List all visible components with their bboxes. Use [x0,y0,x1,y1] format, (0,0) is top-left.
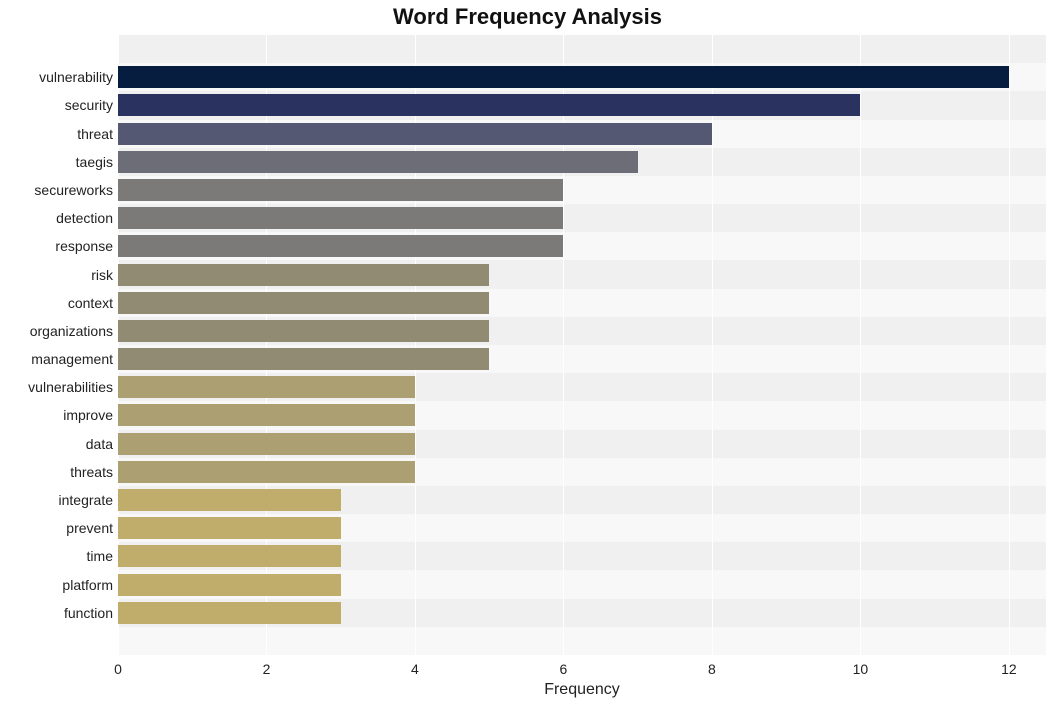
bar [118,292,489,314]
bar [118,574,341,596]
chart-title: Word Frequency Analysis [0,4,1055,30]
y-tick-label: security [3,97,113,113]
bar [118,602,341,624]
bar [118,179,563,201]
y-tick-label: threats [3,464,113,480]
y-tick-label: threat [3,126,113,142]
bar [118,94,860,116]
bar [118,264,489,286]
bar [118,207,563,229]
y-tick-label: integrate [3,492,113,508]
bar [118,461,415,483]
bar [118,320,489,342]
grid-line [712,35,713,655]
bar [118,489,341,511]
y-tick-label: organizations [3,323,113,339]
x-tick-label: 12 [1001,661,1017,677]
y-tick-label: time [3,548,113,564]
x-tick-label: 10 [853,661,869,677]
grid-line [860,35,861,655]
y-tick-label: response [3,238,113,254]
x-tick-label: 0 [114,661,122,677]
y-tick-label: improve [3,407,113,423]
y-tick-label: vulnerabilities [3,379,113,395]
grid-band [118,35,1046,63]
word-frequency-chart: Word Frequency Analysis 024681012 Freque… [0,0,1055,701]
bar [118,376,415,398]
bar [118,545,341,567]
bar [118,66,1009,88]
bar [118,517,341,539]
bar [118,123,712,145]
bar [118,404,415,426]
x-tick-label: 2 [263,661,271,677]
grid-band [118,627,1046,655]
y-tick-label: data [3,436,113,452]
y-tick-label: vulnerability [3,69,113,85]
y-tick-label: management [3,351,113,367]
bar [118,235,563,257]
x-tick-label: 8 [708,661,716,677]
plot-area: 024681012 Frequency [118,35,1046,655]
y-tick-label: taegis [3,154,113,170]
bar [118,151,638,173]
x-tick-label: 6 [560,661,568,677]
grid-line [1009,35,1010,655]
bar [118,433,415,455]
y-tick-label: secureworks [3,182,113,198]
y-tick-label: detection [3,210,113,226]
y-tick-label: function [3,605,113,621]
y-tick-label: risk [3,267,113,283]
x-tick-label: 4 [411,661,419,677]
bar [118,348,489,370]
y-tick-label: prevent [3,520,113,536]
y-tick-label: context [3,295,113,311]
y-tick-label: platform [3,577,113,593]
x-axis-label: Frequency [118,681,1046,699]
